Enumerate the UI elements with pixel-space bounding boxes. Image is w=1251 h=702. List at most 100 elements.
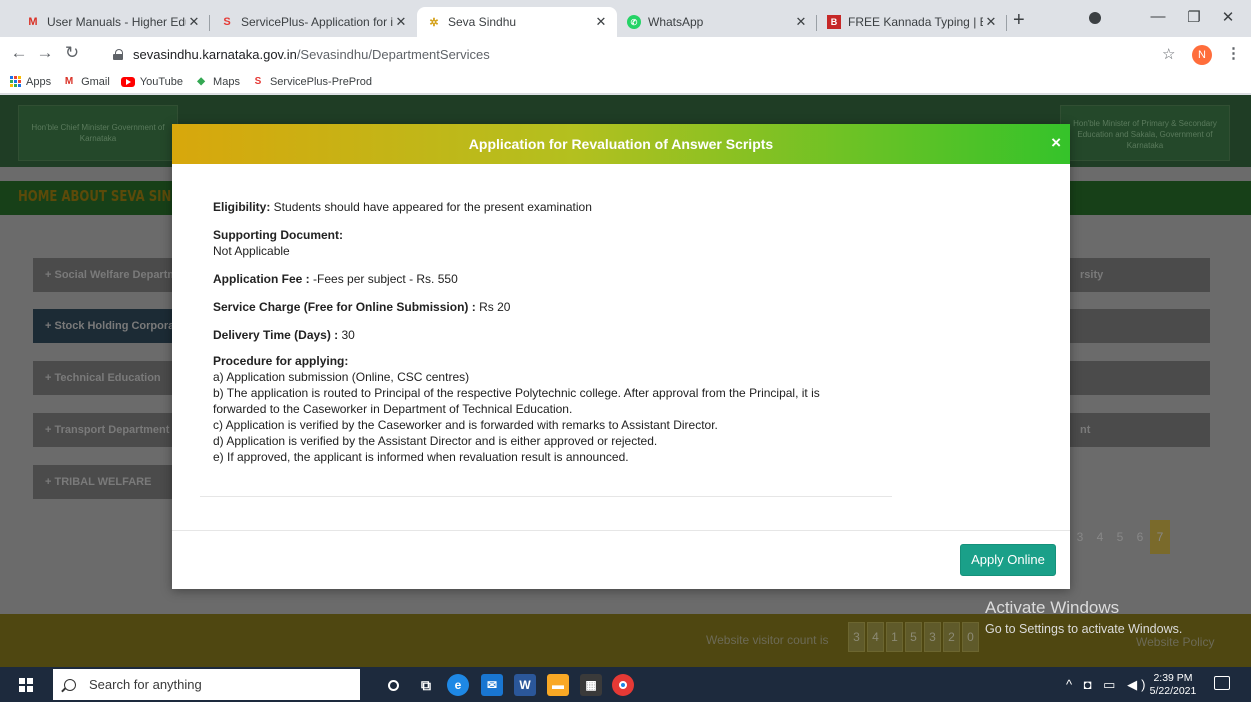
visitor-digit: 5 [905,622,922,652]
notification-icon[interactable] [1214,676,1230,690]
procedure-step: c) Application is verified by the Casewo… [213,418,718,432]
visitor-digit: 3 [924,622,941,652]
menu-icon[interactable]: ⋮ [1226,44,1241,62]
fee-value: -Fees per subject - Rs. 550 [309,272,458,286]
delivery-time-label: Delivery Time (Days) : [213,328,339,342]
bookmark-gmail[interactable]: M Gmail [62,76,110,88]
application-fee-row: Application Fee : -Fees per subject - Rs… [213,271,458,287]
maps-icon: ◆ [197,76,205,87]
bookmark-serviceplus[interactable]: S ServicePlus-PreProd [251,76,372,88]
procedure-step: forwarded to the Caseworker in Departmen… [213,402,573,416]
windows-start-icon[interactable] [19,678,33,692]
bookmarks-bar: Apps M Gmail YouTube ◆ Maps S ServicePlu… [0,70,1251,94]
tab-user-manuals[interactable]: M User Manuals - Higher Educa ✕ [16,7,210,37]
serviceplus-icon: S [254,76,262,87]
supporting-document-row: Supporting Document: Not Applicable [213,227,343,259]
bookmark-star-icon[interactable]: ☆ [1162,45,1175,63]
chrome-icon[interactable] [612,674,634,696]
browser-tab-strip: M User Manuals - Higher Educa ✕ S Servic… [0,0,1251,37]
address-bar[interactable]: sevasindhu.karnataka.gov.in/Sevasindhu/D… [105,41,1185,67]
close-tab-icon[interactable]: ✕ [593,14,609,30]
edge-icon[interactable]: e [447,674,469,696]
tab-whatsapp[interactable]: ✆ WhatsApp ✕ [617,7,817,37]
supporting-label: Supporting Document: [213,228,343,242]
page-link[interactable]: 6 [1130,530,1150,544]
page-link[interactable]: 5 [1110,530,1130,544]
tab-title: Seva Sindhu [448,15,517,29]
service-item[interactable]: nt [1070,413,1210,447]
cortana-icon[interactable] [382,674,404,696]
service-charge-row: Service Charge (Free for Online Submissi… [213,299,510,315]
extension-icon[interactable] [1089,12,1101,24]
gmail-icon: M [28,16,38,28]
tab-kannada-typing[interactable]: B FREE Kannada Typing | Englis ✕ [817,7,1007,37]
apply-online-button[interactable]: Apply Online [960,544,1056,576]
close-tab-icon[interactable]: ✕ [983,14,999,30]
banner-left: Hon'ble Chief Minister Government of Kar… [18,105,178,161]
visitor-count: 3 4 1 5 3 2 0 [848,622,981,652]
close-tab-icon[interactable]: ✕ [186,14,202,30]
bookmark-label: Apps [26,75,52,88]
service-charge-label: Service Charge (Free for Online Submissi… [213,300,476,314]
forward-button[interactable]: → [34,43,56,63]
kannada-typing-icon: B [827,15,841,29]
eligibility-value: Students should have appeared for the pr… [270,200,592,214]
website-policy-link[interactable]: Website Policy [1136,635,1214,649]
service-item[interactable] [1070,361,1210,395]
bookmark-maps[interactable]: ◆ Maps [194,76,240,88]
clock-date: 5/22/2021 [1149,685,1197,697]
visitor-digit: 1 [886,622,903,652]
visitor-count-label: Website visitor count is [706,633,829,647]
taskbar-clock[interactable]: 2:39 PM 5/22/2021 [1145,672,1201,698]
procedure-steps: a) Application submission (Online, CSC c… [213,369,820,465]
modal-header: Application for Revaluation of Answer Sc… [172,124,1070,164]
lock-icon [113,48,123,60]
store-icon[interactable]: ▦ [580,674,602,696]
browser-toolbar: ← → ↻ sevasindhu.karnataka.gov.in/Sevasi… [0,37,1251,70]
bookmark-apps[interactable]: Apps [10,76,51,88]
service-item[interactable] [1070,309,1210,343]
fee-label: Application Fee : [213,272,310,286]
eligibility-label: Eligibility: [213,200,271,214]
bookmark-youtube[interactable]: YouTube [120,75,184,88]
bookmark-label: YouTube [139,75,184,88]
youtube-icon [120,76,135,87]
procedure-label: Procedure for applying: [213,354,349,368]
task-view-icon[interactable]: ⧉ [415,674,437,696]
serviceplus-icon: S [223,16,231,28]
page-link[interactable]: 4 [1090,530,1110,544]
tab-title: User Manuals - Higher Educa [47,15,186,29]
tab-serviceplus[interactable]: S ServicePlus- Application for is ✕ [210,7,417,37]
service-item[interactable]: rsity [1070,258,1210,292]
banner-right: Hon'ble Minister of Primary & Secondary … [1060,105,1230,161]
new-tab-button[interactable]: + [1013,10,1025,30]
activate-title: Activate Windows [985,598,1120,617]
service-charge-value: Rs 20 [475,300,511,314]
modal-body: Eligibility: Students should have appear… [200,176,892,497]
page-link[interactable]: 7 [1150,520,1170,554]
close-window-button[interactable]: ✕ [1205,8,1251,30]
system-tray-icons[interactable]: ^ ◘ ▭ ◀) [1066,677,1149,693]
page-link[interactable]: 3 [1070,530,1090,544]
word-icon[interactable]: W [514,674,536,696]
procedure-step: b) The application is routed to Principa… [213,386,820,400]
back-button[interactable]: ← [8,43,30,63]
mail-icon[interactable]: ✉ [481,674,503,696]
modal-title: Application for Revaluation of Answer Sc… [468,136,774,152]
tab-seva-sindhu[interactable]: ✲ Seva Sindhu ✕ [417,7,617,37]
taskbar-search-box[interactable]: Search for anything [53,669,360,700]
activate-subtitle: Go to Settings to activate Windows. [985,622,1183,636]
windows-taskbar: Search for anything ⧉ e ✉ W ▬ ▦ ^ ◘ ▭ ◀)… [0,667,1251,702]
whatsapp-icon: ✆ [627,15,641,29]
close-tab-icon[interactable]: ✕ [793,14,809,30]
file-explorer-icon[interactable]: ▬ [547,674,569,696]
profile-avatar[interactable]: N [1192,45,1212,65]
reload-button[interactable]: ↻ [61,43,83,63]
close-icon[interactable]: × [1051,133,1061,153]
procedure-step: e) If approved, the applicant is informe… [213,450,629,464]
bookmark-label: Maps [213,75,240,88]
bookmark-label: ServicePlus-PreProd [269,75,373,88]
close-tab-icon[interactable]: ✕ [393,14,409,30]
visitor-digit: 4 [867,622,884,652]
delivery-time-value: 30 [338,328,355,342]
